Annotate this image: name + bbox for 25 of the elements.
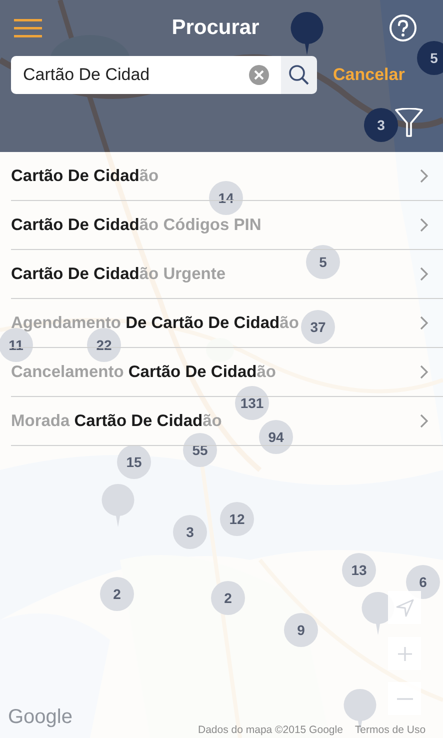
help-icon[interactable] (389, 14, 417, 42)
chevron-icon (419, 364, 429, 380)
menu-icon[interactable] (14, 18, 42, 38)
map-pin-icon[interactable] (101, 483, 135, 527)
filter-icon[interactable] (395, 108, 423, 138)
minus-icon (396, 698, 412, 700)
zoom-out-button[interactable] (388, 682, 421, 715)
zoom-in-button[interactable] (388, 637, 421, 670)
page-title: Procurar (172, 16, 260, 40)
search-icon (288, 64, 310, 86)
chevron-icon (419, 315, 429, 331)
navigation-arrow-icon (396, 598, 414, 616)
terms-link[interactable]: Termos de Uso (354, 724, 426, 736)
chevron-icon (419, 266, 429, 282)
map-attribution: Dados do mapa ©2015 Google (198, 724, 343, 736)
chevron-icon (419, 168, 429, 184)
chevron-icon (419, 413, 429, 429)
search-button[interactable] (281, 56, 317, 94)
clear-icon (249, 65, 269, 85)
plus-icon (396, 646, 412, 662)
chevron-icon (419, 217, 429, 233)
locate-button[interactable] (388, 591, 421, 624)
cancel-button[interactable]: Cancelar (333, 65, 405, 85)
map-logo: Google (8, 706, 72, 729)
search-field[interactable]: Cartão De Cidad (11, 56, 243, 94)
